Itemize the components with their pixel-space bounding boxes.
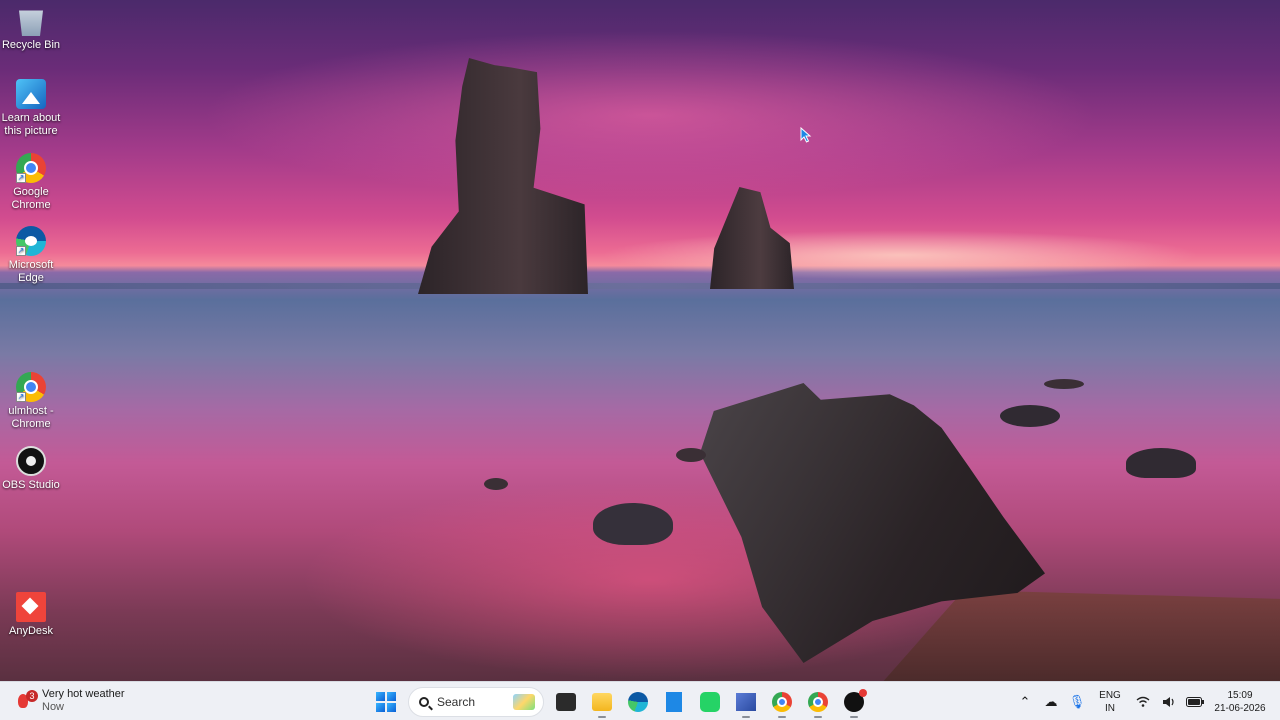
obs-icon bbox=[16, 446, 46, 476]
clock-time: 15:09 bbox=[1227, 689, 1253, 701]
taskbar-app-whatsapp[interactable] bbox=[693, 685, 727, 719]
obs-icon bbox=[844, 689, 867, 712]
shortcut-arrow-icon: ↗ bbox=[16, 246, 26, 256]
search-highlight-icon bbox=[513, 694, 535, 710]
windows-logo-icon bbox=[376, 692, 396, 712]
language-region: IN bbox=[1105, 702, 1115, 714]
pebble bbox=[1044, 379, 1084, 389]
taskbar-search-box[interactable]: Search bbox=[408, 687, 544, 717]
desktop-icon-label: OBS Studio bbox=[2, 479, 60, 491]
sea-stack-right bbox=[710, 187, 794, 289]
desktop-icon-label: Google Chrome bbox=[11, 186, 51, 211]
taskbar-app-terminal[interactable] bbox=[549, 685, 583, 719]
desktop-icon-google-chrome[interactable]: ↗ Google Chrome bbox=[0, 153, 62, 212]
folder-icon bbox=[592, 693, 612, 711]
wifi-icon[interactable] bbox=[1130, 687, 1156, 717]
edge-icon: ↗ bbox=[16, 226, 46, 256]
desktop-icon-microsoft-edge[interactable]: ↗ Microsoft Edge bbox=[0, 226, 62, 285]
clock-date: 21-06-2026 bbox=[1214, 702, 1266, 714]
chrome-profile-icon bbox=[808, 692, 828, 712]
notification-badge: 3 bbox=[26, 690, 38, 702]
running-indicator bbox=[850, 716, 858, 718]
input-language-indicator[interactable]: ENG IN bbox=[1090, 689, 1130, 715]
start-button[interactable] bbox=[369, 685, 403, 719]
anydesk-icon bbox=[16, 592, 46, 622]
pebble bbox=[1126, 448, 1196, 478]
running-indicator bbox=[742, 716, 750, 718]
chrome-icon: ↗ bbox=[16, 153, 46, 183]
volume-icon[interactable] bbox=[1156, 687, 1182, 717]
desktop-icon-label: Learn about this picture bbox=[1, 112, 61, 137]
taskbar-center: Search bbox=[368, 685, 872, 719]
taskbar-app-chrome[interactable] bbox=[765, 685, 799, 719]
learn-picture-icon bbox=[16, 79, 46, 109]
chrome-profile-icon: ↗ bbox=[16, 372, 46, 402]
desktop-icon-label: Microsoft Edge bbox=[8, 259, 54, 284]
taskbar-app-file-explorer[interactable] bbox=[585, 685, 619, 719]
running-indicator bbox=[598, 716, 606, 718]
clock[interactable]: 15:09 21-06-2026 bbox=[1208, 689, 1272, 715]
weather-hot-icon: 3 bbox=[14, 690, 38, 712]
weather-title: Very hot weather bbox=[42, 688, 125, 700]
weather-subtitle: Now bbox=[42, 701, 65, 713]
running-indicator bbox=[778, 716, 786, 718]
onedrive-cloud-icon[interactable]: ☁ bbox=[1038, 687, 1064, 717]
shortcut-arrow-icon: ↗ bbox=[16, 173, 26, 183]
running-indicator bbox=[814, 716, 822, 718]
desktop-icon-label: Recycle Bin bbox=[1, 39, 61, 51]
taskbar-app-edge[interactable] bbox=[621, 685, 655, 719]
search-placeholder: Search bbox=[437, 695, 476, 709]
edge-icon bbox=[628, 692, 648, 712]
desktop-icon-anydesk[interactable]: AnyDesk bbox=[0, 592, 62, 638]
pebble bbox=[1000, 405, 1060, 427]
search-icon bbox=[419, 697, 429, 707]
sky-clouds bbox=[200, 30, 1100, 200]
battery-icon[interactable] bbox=[1182, 687, 1208, 717]
show-hidden-icons-chevron-up-icon[interactable]: ⌃ bbox=[1012, 687, 1038, 717]
taskbar-app-notepad[interactable] bbox=[657, 685, 691, 719]
network-icon bbox=[736, 693, 756, 711]
pebble bbox=[484, 478, 508, 490]
notepad-icon bbox=[666, 692, 682, 712]
pebble bbox=[676, 448, 706, 462]
desktop-icon-obs-studio[interactable]: OBS Studio bbox=[0, 446, 62, 492]
language-code: ENG bbox=[1099, 689, 1121, 701]
desktop-icon-label: ulmhost - Chrome bbox=[8, 405, 54, 430]
desktop-icon-recycle-bin[interactable]: Recycle Bin bbox=[0, 6, 62, 52]
sunset-glow bbox=[600, 230, 1200, 280]
system-tray: ⌃ ☁ 🎙 ENG IN 15:09 21-06-2026 bbox=[1012, 682, 1280, 720]
whatsapp-icon bbox=[700, 692, 720, 712]
taskbar: 3 Very hot weather Now Search ⌃ ☁ 🎙 ENG … bbox=[0, 681, 1280, 720]
taskbar-app-chrome-profile[interactable] bbox=[801, 685, 835, 719]
recycle-bin-icon bbox=[19, 10, 43, 36]
pebble bbox=[593, 503, 673, 545]
terminal-icon bbox=[556, 693, 576, 711]
taskbar-app-network[interactable] bbox=[729, 685, 763, 719]
desktop-icon-learn-about-picture[interactable]: Learn about this picture bbox=[0, 79, 62, 138]
taskbar-app-obs[interactable] bbox=[837, 685, 871, 719]
horizon-line bbox=[0, 283, 1280, 289]
desktop-icon-label: AnyDesk bbox=[8, 625, 54, 637]
chrome-icon bbox=[772, 692, 792, 712]
desktop-icon-ulmhost-chrome[interactable]: ↗ ulmhost - Chrome bbox=[0, 372, 62, 431]
microphone-icon[interactable]: 🎙 bbox=[1064, 687, 1090, 717]
weather-widget[interactable]: 3 Very hot weather Now bbox=[14, 686, 125, 716]
shortcut-arrow-icon: ↗ bbox=[16, 392, 26, 402]
desktop-wallpaper bbox=[0, 0, 1280, 681]
